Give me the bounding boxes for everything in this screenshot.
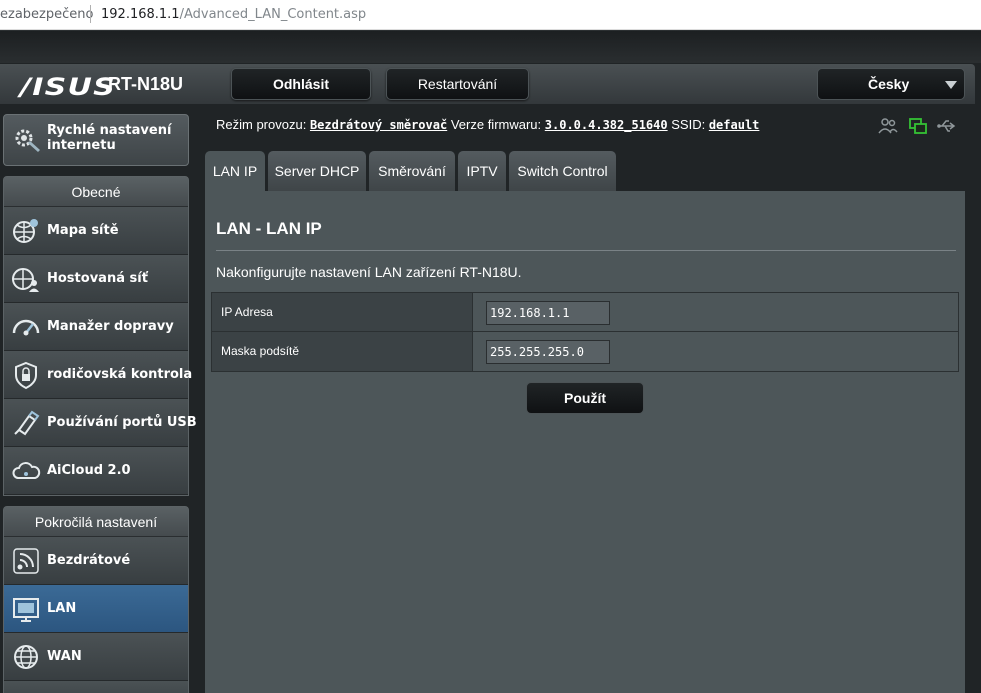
status-line: Režim provozu: Bezdrátový směrovač Verze… <box>216 117 759 132</box>
sidebar-item-label: Manažer dopravy <box>47 319 174 334</box>
tab-iptv[interactable]: IPTV <box>458 151 506 191</box>
sidebar-item-label: WAN <box>47 649 82 664</box>
sidebar-item-label: rodičovská kontrola <box>47 367 193 382</box>
sidebar-advanced-header: Pokročilá nastavení <box>4 507 188 537</box>
sidebar-item-traffic-manager[interactable]: Manažer dopravy <box>4 303 188 351</box>
network-map-icon <box>13 219 38 243</box>
firmware-link[interactable]: 3.0.0.4.382_51640 <box>545 118 668 132</box>
sidebar-item-label: Mapa sítě <box>47 223 119 238</box>
asus-logo: /ISUS <box>20 73 116 101</box>
sidebar-item-guest-network[interactable]: Hostovaná síť <box>4 255 188 303</box>
internet-status-icon[interactable] <box>908 117 928 135</box>
guest-network-icon <box>12 268 39 292</box>
sidebar-item-wan[interactable]: WAN <box>4 633 188 681</box>
ip-address-cell <box>474 293 958 331</box>
wan-icon <box>14 645 38 669</box>
sidebar-item-parental-control[interactable]: rodičovská kontrola <box>4 351 192 399</box>
page-title: LAN - LAN IP <box>216 219 322 238</box>
ssid-label: SSID: <box>671 117 706 132</box>
router-model: RT-N18U <box>108 74 184 94</box>
usb-app-icon <box>14 410 40 436</box>
language-value: Česky <box>868 76 910 92</box>
aicloud-icon <box>12 462 41 479</box>
settings-table: IP Adresa Maska podsítě <box>211 292 959 372</box>
sidebar-item-label: Hostovaná síť <box>47 271 148 286</box>
traffic-manager-icon <box>12 319 40 336</box>
tab-lan-ip[interactable]: LAN IP <box>205 151 265 191</box>
address-separator <box>90 5 91 23</box>
parental-control-icon <box>15 361 37 390</box>
usb-icon[interactable] <box>937 117 957 135</box>
sidebar-advanced-section: Pokročilá nastavení Bezdrátové LAN WAN <box>3 506 189 693</box>
url-path: /Advanced_LAN_Content.asp <box>179 7 367 22</box>
ip-address-input[interactable] <box>486 301 610 325</box>
wrench-gear-icon <box>15 129 40 152</box>
logout-button[interactable]: Odhlásit <box>231 68 371 100</box>
operation-mode-label: Režim provozu: <box>216 117 307 132</box>
sidebar-item-lan[interactable]: LAN <box>4 585 188 633</box>
subnet-mask-label: Maska podsítě <box>212 332 473 371</box>
restart-button[interactable]: Restartování <box>386 68 529 100</box>
sidebar-item-label: LAN <box>47 601 77 616</box>
lan-icon <box>13 598 39 622</box>
url-text[interactable]: 192.168.1.1/Advanced_LAN_Content.asp <box>101 7 366 22</box>
sidebar-item-usb-application[interactable]: Používání portů USB <box>4 399 197 447</box>
table-row: Maska podsítě <box>212 332 958 371</box>
title-divider <box>216 250 956 251</box>
operation-mode-link[interactable]: Bezdrátový směrovač <box>310 118 447 132</box>
language-select[interactable]: Česky <box>817 68 965 100</box>
ip-address-label: IP Adresa <box>212 293 473 331</box>
sidebar-item-wireless[interactable]: Bezdrátové <box>4 537 188 585</box>
sidebar-item-label: Bezdrátové <box>47 553 131 568</box>
tab-switch-control[interactable]: Switch Control <box>509 151 616 191</box>
sidebar-general-header: Obecné <box>4 177 188 207</box>
sidebar-item-label: AiCloud 2.0 <box>47 463 131 478</box>
sidebar-item-label: Používání portů USB <box>47 415 197 430</box>
quick-setup-label: Rychlé nastavení internetu <box>47 123 172 153</box>
browser-address-bar[interactable]: ezabezpečeno 192.168.1.1/Advanced_LAN_Co… <box>0 0 981 30</box>
chevron-down-icon <box>945 81 957 89</box>
firmware-label: Verze firmwaru: <box>450 117 542 132</box>
tab-routing[interactable]: Směrování <box>369 151 455 191</box>
ssid-link[interactable]: default <box>709 118 760 132</box>
wireless-icon <box>13 548 39 574</box>
table-row: IP Adresa <box>212 293 958 332</box>
subnet-mask-cell <box>474 332 958 371</box>
sidebar-item-aicloud[interactable]: AiCloud 2.0 <box>4 447 188 495</box>
tab-dhcp-server[interactable]: Server DHCP <box>268 151 366 191</box>
sidebar-general-section: Obecné Mapa sítě Hostovaná síť Manažer d… <box>3 176 197 496</box>
quick-internet-setup-button[interactable]: Rychlé nastavení internetu <box>3 114 189 166</box>
subnet-mask-input[interactable] <box>486 340 610 364</box>
url-host: 192.168.1.1 <box>101 7 180 22</box>
page-description: Nakonfigurujte nastavení LAN zařízení RT… <box>216 264 522 280</box>
sidebar-item-network-map[interactable]: Mapa sítě <box>4 207 188 255</box>
not-secure-label: ezabezpečeno <box>0 7 94 22</box>
clients-icon[interactable] <box>878 117 898 135</box>
sidebar-item-more[interactable] <box>4 681 188 693</box>
apply-button[interactable]: Použít <box>526 382 644 414</box>
